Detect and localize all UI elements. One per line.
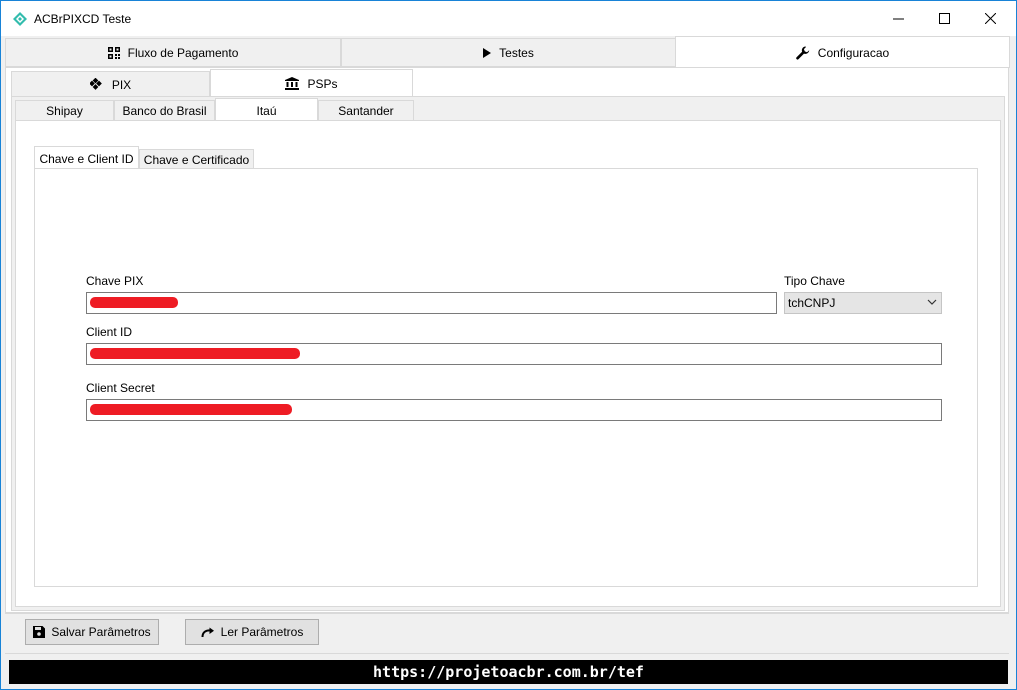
tipo-chave-label: Tipo Chave xyxy=(784,274,845,288)
pix-icon xyxy=(89,77,102,90)
tab-banco-do-brasil[interactable]: Banco do Brasil xyxy=(114,100,215,121)
client-secret-input[interactable] xyxy=(86,399,942,421)
tab-pix[interactable]: PIX xyxy=(11,71,210,98)
button-label: Salvar Parâmetros xyxy=(51,625,151,639)
status-url[interactable]: https://projetoacbr.com.br/tef xyxy=(373,663,644,681)
close-icon xyxy=(985,13,996,24)
redaction-mark xyxy=(90,297,178,308)
client-secret-label: Client Secret xyxy=(86,381,155,395)
salvar-parametros-button[interactable]: Salvar Parâmetros xyxy=(25,619,159,645)
client-id-label: Client ID xyxy=(86,325,133,339)
tab-santander[interactable]: Santander xyxy=(318,100,414,121)
divider xyxy=(5,613,1009,614)
tab-label: Itaú xyxy=(256,103,277,118)
tab-label: Testes xyxy=(499,45,534,60)
tab-label: PSPs xyxy=(307,76,338,91)
wrench-icon xyxy=(796,46,809,59)
tab-label: Shipay xyxy=(46,103,83,118)
app-window: ACBrPIXCD Teste Fluxo de Pagamento Teste… xyxy=(0,0,1017,690)
divider xyxy=(5,653,1009,654)
button-label: Ler Parâmetros xyxy=(220,625,304,639)
close-button[interactable] xyxy=(968,1,1014,36)
play-icon xyxy=(483,47,492,58)
tipo-chave-select[interactable]: tchCNPJ xyxy=(784,292,942,314)
tab-label: Banco do Brasil xyxy=(122,103,207,118)
tab-psps[interactable]: PSPs xyxy=(210,69,413,97)
configuracao-panel: PIX PSPs Shipay Banco do Brasil Itaú San… xyxy=(5,67,1009,613)
tab-chave-e-certificado[interactable]: Chave e Certificado xyxy=(139,149,254,170)
save-icon xyxy=(33,626,46,638)
client-id-input[interactable] xyxy=(86,343,942,365)
tab-configuracao[interactable]: Configuracao xyxy=(675,36,1010,68)
tab-chave-e-client-id[interactable]: Chave e Client ID xyxy=(34,146,139,170)
tab-itau[interactable]: Itaú xyxy=(215,98,318,122)
chave-pix-label: Chave PIX xyxy=(86,274,144,288)
minimize-icon xyxy=(893,18,904,20)
tab-label: Santander xyxy=(338,103,394,118)
minimize-button[interactable] xyxy=(876,1,922,36)
title-bar[interactable]: ACBrPIXCD Teste xyxy=(1,1,1016,36)
chave-pix-input[interactable] xyxy=(86,292,777,314)
tab-label: Chave e Client ID xyxy=(39,151,134,166)
maximize-button[interactable] xyxy=(922,1,968,36)
qrcode-icon xyxy=(107,46,120,59)
tipo-chave-value: tchCNPJ xyxy=(788,296,836,310)
tab-label: Configuracao xyxy=(817,45,890,60)
redaction-mark xyxy=(90,404,292,415)
pix-logo-icon xyxy=(13,12,27,26)
tab-shipay[interactable]: Shipay xyxy=(15,100,114,121)
redaction-mark xyxy=(90,348,300,359)
itau-panel: Chave e Client ID Chave e Certificado Ch… xyxy=(15,120,1001,607)
tab-label: Chave e Certificado xyxy=(143,152,250,167)
tab-fluxo-de-pagamento[interactable]: Fluxo de Pagamento xyxy=(5,38,341,67)
chave-client-id-panel: Chave PIX Tipo Chave tchCNPJ Client ID C… xyxy=(34,168,978,587)
tab-testes[interactable]: Testes xyxy=(341,38,676,67)
ler-parametros-button[interactable]: Ler Parâmetros xyxy=(185,619,319,645)
redo-icon xyxy=(201,627,214,637)
maximize-icon xyxy=(939,13,950,24)
window-title: ACBrPIXCD Teste xyxy=(34,12,132,26)
psps-panel: Shipay Banco do Brasil Itaú Santander Ch… xyxy=(11,96,1005,611)
bank-icon xyxy=(285,77,300,90)
tab-label: Fluxo de Pagamento xyxy=(127,45,239,60)
tab-label: PIX xyxy=(111,77,132,92)
status-bar: https://projetoacbr.com.br/tef xyxy=(9,660,1008,684)
chevron-down-icon xyxy=(927,299,937,305)
